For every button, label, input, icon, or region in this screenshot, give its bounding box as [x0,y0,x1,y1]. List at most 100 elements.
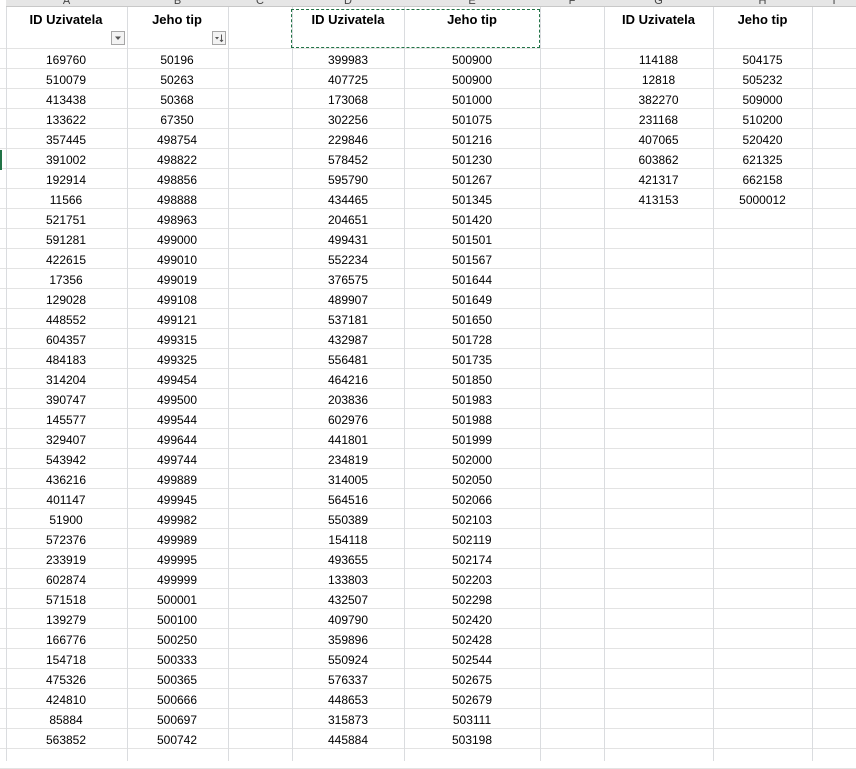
table1-cell[interactable]: 498754 [127,130,227,150]
column-header-c[interactable]: C [228,0,292,7]
table2-cell[interactable]: 500900 [404,70,540,90]
column-header-h[interactable]: H [713,0,812,7]
table1-cell[interactable]: 572376 [6,530,126,550]
table2-cell[interactable]: 229846 [292,130,404,150]
table3-cell[interactable]: 231168 [604,110,713,130]
table2-cell[interactable]: 552234 [292,250,404,270]
table1-cell[interactable]: 169760 [6,50,126,70]
table2-cell[interactable]: 501420 [404,210,540,230]
table1-cell[interactable]: 499325 [127,350,227,370]
table2-cell[interactable]: 576337 [292,670,404,690]
table2-cell[interactable]: 502174 [404,550,540,570]
table3-cell[interactable]: 603862 [604,150,713,170]
table1-cell[interactable]: 499315 [127,330,227,350]
table2-cell[interactable]: 501216 [404,130,540,150]
header-cell-e[interactable]: Jeho tip [404,10,540,30]
table2-cell[interactable]: 502675 [404,670,540,690]
table2-cell[interactable]: 501999 [404,430,540,450]
column-header-f[interactable]: F [540,0,604,7]
table1-cell[interactable]: 139279 [6,610,126,630]
header-cell-d[interactable]: ID Uzivatela [292,10,404,30]
table1-cell[interactable]: 424810 [6,690,126,710]
table1-cell[interactable]: 391002 [6,150,126,170]
table2-cell[interactable]: 489907 [292,290,404,310]
table2-cell[interactable]: 501567 [404,250,540,270]
table1-cell[interactable]: 85884 [6,710,126,730]
table1-cell[interactable]: 571518 [6,590,126,610]
table3-cell[interactable]: 504175 [713,50,812,70]
table1-cell[interactable]: 475326 [6,670,126,690]
table2-cell[interactable]: 499431 [292,230,404,250]
table2-cell[interactable]: 503111 [404,710,540,730]
table2-cell[interactable]: 502103 [404,510,540,530]
table1-cell[interactable]: 422615 [6,250,126,270]
table3-cell[interactable]: 421317 [604,170,713,190]
table1-cell[interactable]: 499989 [127,530,227,550]
table2-cell[interactable]: 502066 [404,490,540,510]
table2-cell[interactable]: 502000 [404,450,540,470]
table2-cell[interactable]: 154118 [292,530,404,550]
table1-cell[interactable]: 499889 [127,470,227,490]
table2-cell[interactable]: 564516 [292,490,404,510]
table1-cell[interactable]: 499000 [127,230,227,250]
table2-cell[interactable]: 537181 [292,310,404,330]
table2-cell[interactable]: 432507 [292,590,404,610]
dropdown-arrow-icon[interactable] [111,31,125,45]
table1-cell[interactable]: 448552 [6,310,126,330]
table1-cell[interactable]: 500250 [127,630,227,650]
table2-cell[interactable]: 501650 [404,310,540,330]
table1-cell[interactable]: 166776 [6,630,126,650]
table2-cell[interactable]: 234819 [292,450,404,470]
table1-cell[interactable]: 145577 [6,410,126,430]
table2-cell[interactable]: 556481 [292,350,404,370]
column-header-a[interactable]: A [6,0,127,7]
table2-cell[interactable]: 204651 [292,210,404,230]
table1-cell[interactable]: 390747 [6,390,126,410]
sort-ascending-filter-icon[interactable] [212,31,226,45]
table1-cell[interactable]: 500100 [127,610,227,630]
table2-cell[interactable]: 501345 [404,190,540,210]
table1-cell[interactable]: 329407 [6,430,126,450]
table1-cell[interactable]: 67350 [127,110,227,130]
table2-cell[interactable]: 464216 [292,370,404,390]
table2-cell[interactable]: 441801 [292,430,404,450]
table2-cell[interactable]: 502298 [404,590,540,610]
table2-cell[interactable]: 399983 [292,50,404,70]
table2-cell[interactable]: 314005 [292,470,404,490]
table3-cell[interactable]: 520420 [713,130,812,150]
table1-cell[interactable]: 401147 [6,490,126,510]
table2-cell[interactable]: 501649 [404,290,540,310]
table1-cell[interactable]: 499010 [127,250,227,270]
table1-cell[interactable]: 500333 [127,650,227,670]
table3-cell[interactable]: 621325 [713,150,812,170]
column-header-g[interactable]: G [604,0,713,7]
column-header-b[interactable]: B [127,0,228,7]
table2-cell[interactable]: 409790 [292,610,404,630]
header-cell-h[interactable]: Jeho tip [713,10,812,30]
table2-cell[interactable]: 502420 [404,610,540,630]
table1-cell[interactable]: 543942 [6,450,126,470]
table2-cell[interactable]: 501267 [404,170,540,190]
header-cell-b[interactable]: Jeho tip [127,10,227,30]
table1-cell[interactable]: 413438 [6,90,126,110]
table2-cell[interactable]: 550389 [292,510,404,530]
table2-cell[interactable]: 501000 [404,90,540,110]
table1-cell[interactable]: 50263 [127,70,227,90]
table1-cell[interactable]: 436216 [6,470,126,490]
table2-cell[interactable]: 501230 [404,150,540,170]
table2-cell[interactable]: 502050 [404,470,540,490]
table2-cell[interactable]: 501983 [404,390,540,410]
table1-cell[interactable]: 50196 [127,50,227,70]
table1-cell[interactable]: 521751 [6,210,126,230]
table3-cell[interactable]: 505232 [713,70,812,90]
table2-cell[interactable]: 595790 [292,170,404,190]
table1-cell[interactable]: 499500 [127,390,227,410]
table1-cell[interactable]: 50368 [127,90,227,110]
table2-cell[interactable]: 501644 [404,270,540,290]
table1-cell[interactable]: 129028 [6,290,126,310]
table1-cell[interactable]: 499644 [127,430,227,450]
table1-cell[interactable]: 604357 [6,330,126,350]
table2-cell[interactable]: 501728 [404,330,540,350]
table2-cell[interactable]: 173068 [292,90,404,110]
table2-cell[interactable]: 578452 [292,150,404,170]
